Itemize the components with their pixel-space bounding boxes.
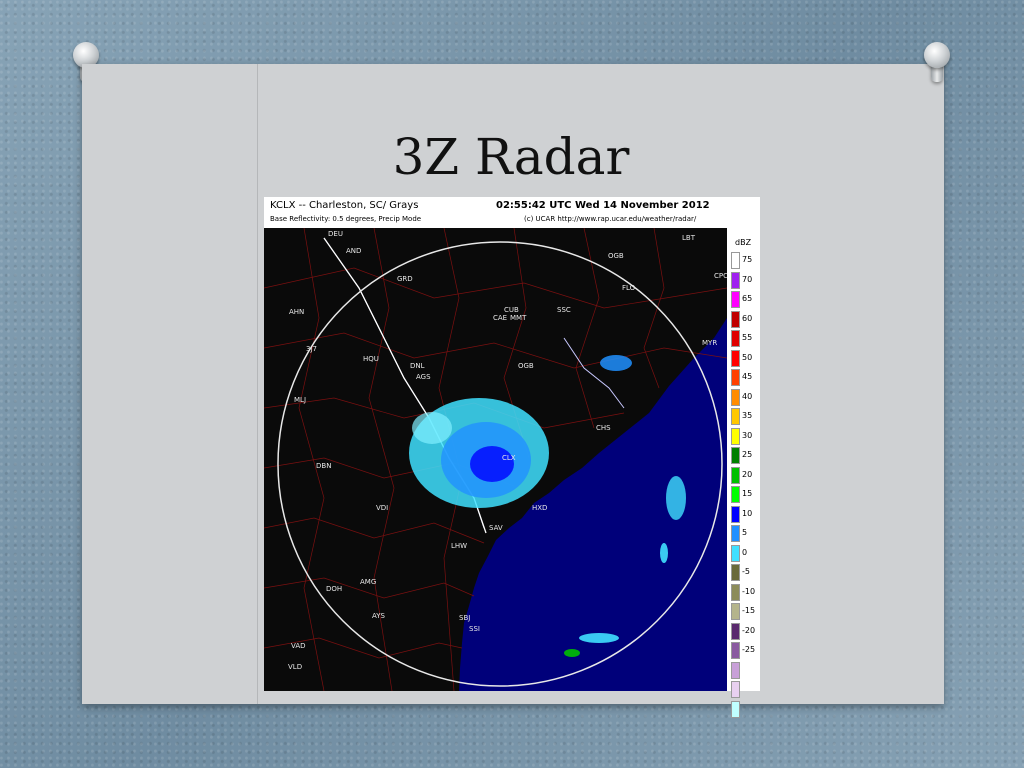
dbz-swatch-label: 0 [742,547,748,557]
dbz-swatch [731,291,740,308]
map-label-ogb: OGB [518,362,534,370]
map-label-flo: FLO [622,284,636,292]
dbz-swatch-label: -15 [742,606,756,615]
map-label-3j7: 3J7 [306,345,317,353]
dbz-swatch [731,544,740,562]
dbz-swatch [731,466,740,484]
map-label-cpc: CPC [714,272,727,280]
dbz-scale-unit: dBZ [735,238,752,247]
dbz-swatch [731,525,740,542]
dbz-swatch-label: -20 [742,625,756,635]
dbz-swatch-label: 30 [742,430,753,440]
radar-header: KCLX -- Charleston, SC/ Grays Base Refle… [264,197,760,227]
dbz-swatch [731,486,740,503]
map-label-grd: GRD [397,275,413,283]
dbz-swatch-label: 65 [742,294,753,303]
dbz-swatch [731,564,740,581]
pushpin-right [922,42,952,84]
dbz-swatch [731,388,740,406]
dbz-swatch [731,271,740,289]
map-label-doh: DOH [326,585,342,593]
radar-map: DEU AND LBT GRD OGB FLO CPC AHN CUB CAE … [264,228,727,691]
dbz-swatch-label: 45 [742,372,753,381]
map-label-sbj: SBJ [459,614,470,622]
dbz-scale: dBZ 75 70 65 60 55 50 45 40 35 30 25 20 15 10 5 0 -5 -10-… [727,228,760,718]
map-label-ssi: SSI [469,625,480,633]
dbz-swatch-label: 35 [742,411,753,420]
map-label-and: AND [346,247,361,255]
dbz-swatch [731,603,740,620]
map-label-ssc: SSC [557,306,571,314]
map-label-lbt: LBT [682,234,696,242]
map-label-hqu: HQU [363,355,379,363]
dbz-swatch-label: 55 [742,333,753,342]
dbz-swatch-label: 60 [742,313,753,323]
dbz-swatch [731,252,740,269]
map-label-lhw: LHW [451,542,467,550]
map-label-vdi: VDI [376,504,388,512]
radar-image: KCLX -- Charleston, SC/ Grays Base Refle… [264,197,760,718]
map-label-mmt: MMT [510,314,527,322]
dbz-swatch [731,369,740,386]
dbz-swatch [731,583,740,601]
map-label-ays: AYS [372,612,386,620]
map-label-dnl: DNL [410,362,425,370]
dbz-swatch [731,447,740,464]
dbz-swatch [731,505,740,523]
dbz-swatch-label: 10 [742,508,753,518]
dbz-swatch-label: 40 [742,391,753,401]
dbz-swatch [731,330,740,347]
dbz-swatch [731,408,740,425]
map-label-myr: MYR [702,339,717,347]
map-label-dbn: DBN [316,462,331,470]
radar-timestamp: 02:55:42 UTC Wed 14 November 2012 [496,200,710,211]
map-label-chs: CHS [596,424,611,432]
map-label-deu: DEU [328,230,343,238]
dbz-swatch-label: -5 [742,567,750,576]
map-label-clx: CLX [502,454,516,462]
dbz-swatch-label: 50 [742,352,753,362]
map-label-amg: AMG [360,578,376,586]
map-label-sav: SAV [489,524,503,532]
dbz-swatch [731,642,740,659]
radar-credit: (c) UCAR http://www.rap.ucar.edu/weather… [524,215,697,223]
map-label-ogb-n: OGB [608,252,624,260]
map-label-ahn: AHN [289,308,304,316]
radar-map-svg: DEU AND LBT GRD OGB FLO CPC AHN CUB CAE … [264,228,727,691]
map-label-vld: VLD [288,663,302,671]
dbz-swatch-label: 5 [742,528,748,537]
dbz-swatch-label: 20 [742,469,753,479]
dbz-swatch [731,622,740,640]
map-label-mlj: MLJ [294,396,306,404]
map-label-cae: CAE [493,314,507,322]
dbz-swatch-label: -10 [742,586,756,596]
dbz-swatch [731,349,740,367]
radar-product: Base Reflectivity: 0.5 degrees, Precip M… [270,215,422,223]
map-label-ags: AGS [416,373,431,381]
map-label-vad: VAD [291,642,306,650]
dbz-swatch-label: 15 [742,489,753,498]
dbz-swatch [731,661,740,679]
dbz-swatch-label: 25 [742,450,753,459]
dbz-swatch [731,310,740,328]
map-label-cub: CUB [504,306,519,314]
map-label-hxd: HXD [532,504,547,512]
dbz-swatch [731,681,740,698]
dbz-swatch [731,700,740,718]
dbz-swatch [731,427,740,445]
dbz-swatch-label: 75 [742,255,753,264]
radar-station: KCLX -- Charleston, SC/ Grays [270,200,419,211]
dbz-swatch-label: -25 [742,645,756,654]
dbz-swatch-label: 70 [742,274,753,284]
slide-title: 3Z Radar [392,128,630,186]
